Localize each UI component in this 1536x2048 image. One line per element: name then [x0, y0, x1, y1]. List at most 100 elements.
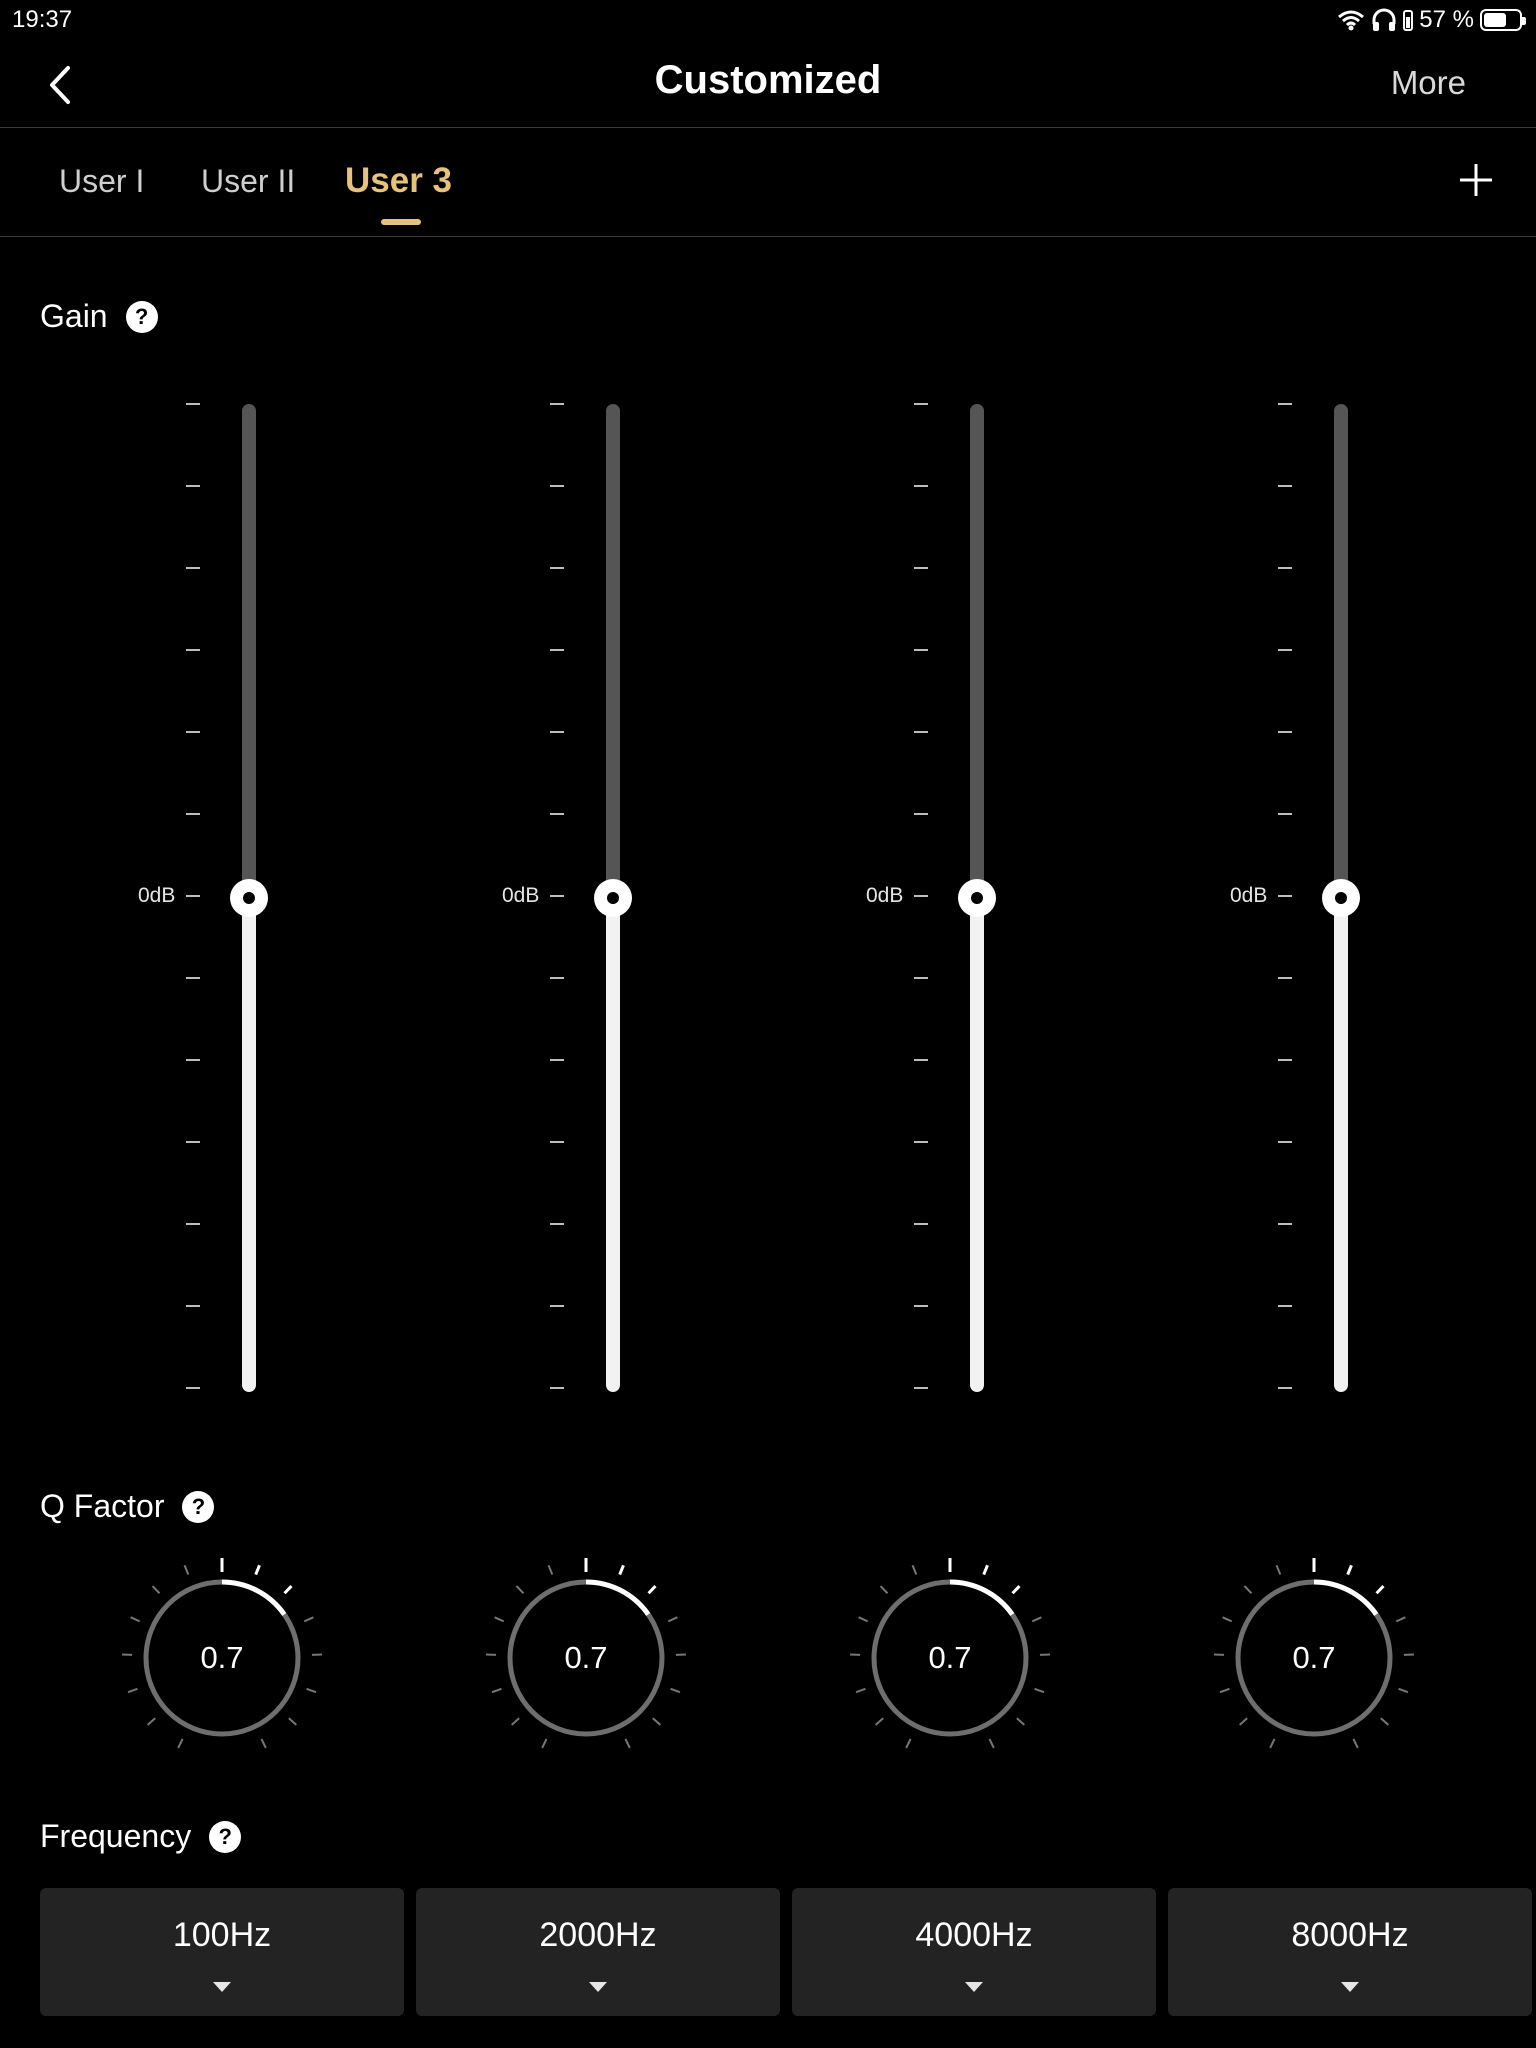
gain-scale-tick — [1278, 813, 1292, 815]
gain-scale-tick — [550, 649, 564, 651]
caret-down-icon — [213, 1982, 231, 1992]
gain-scale-tick — [550, 813, 564, 815]
battery-icon — [1480, 9, 1526, 31]
gain-scale-tick — [1278, 977, 1292, 979]
frequency-help-button[interactable]: ? — [209, 1820, 242, 1853]
gain-scale-tick — [1278, 485, 1292, 487]
frequency-value: 100Hz — [172, 1916, 272, 1954]
gain-scale-tick — [914, 403, 928, 405]
gain-scale-tick — [550, 1141, 564, 1143]
gain-scale-tick — [914, 731, 928, 733]
gain-slider-band-2[interactable]: 0dB — [502, 400, 690, 1396]
gain-scale-tick — [186, 895, 200, 897]
gain-track-upper — [970, 404, 984, 898]
gain-scale-tick — [914, 977, 928, 979]
gain-scale-tick — [550, 1387, 564, 1389]
zero-db-label: 0dB — [866, 884, 904, 907]
gain-help-button[interactable]: ? — [125, 300, 158, 333]
gain-track-upper — [1334, 404, 1348, 898]
gain-track-lower — [1334, 898, 1348, 1392]
gain-scale-tick — [914, 649, 928, 651]
gain-scale-tick — [550, 403, 564, 405]
gain-knob[interactable] — [958, 879, 996, 917]
gain-track-upper — [242, 404, 256, 898]
q-factor-value: 0.7 — [1292, 1640, 1336, 1675]
gain-scale-tick — [1278, 649, 1292, 651]
frequency-select-band-1[interactable]: 100Hz — [40, 1888, 404, 2016]
gain-scale-tick — [186, 649, 200, 651]
gain-track-upper — [606, 404, 620, 898]
gain-scale-tick — [186, 1141, 200, 1143]
frequency-section-title: Frequency ? — [40, 1818, 242, 1855]
gain-scale-tick — [550, 895, 564, 897]
q-factor-label: Q Factor — [40, 1488, 165, 1524]
frequency-value: 8000Hz — [1291, 1916, 1409, 1954]
gain-scale-tick — [914, 1059, 928, 1061]
gain-scale-tick — [914, 895, 928, 897]
gain-scale-tick — [550, 731, 564, 733]
header-divider — [0, 127, 1536, 128]
gain-section-title: Gain ? — [40, 298, 158, 335]
frequency-select-band-4[interactable]: 8000Hz — [1168, 1888, 1532, 2016]
status-time: 19:37 — [12, 6, 73, 33]
q-factor-dial-band-1[interactable]: 0.7 — [112, 1548, 332, 1768]
gain-scale-tick — [1278, 1305, 1292, 1307]
caret-down-icon — [1341, 1982, 1359, 1992]
frequency-select-band-2[interactable]: 2000Hz — [416, 1888, 780, 2016]
caret-down-icon — [589, 1982, 607, 1992]
gain-scale-tick — [914, 485, 928, 487]
gain-scale-tick — [914, 1305, 928, 1307]
gain-scale-tick — [1278, 1223, 1292, 1225]
frequency-value: 4000Hz — [915, 1916, 1033, 1954]
gain-scale-tick — [550, 567, 564, 569]
gain-slider-band-3[interactable]: 0dB — [866, 400, 1054, 1396]
gain-scale-tick — [550, 1305, 564, 1307]
gain-knob[interactable] — [594, 879, 632, 917]
q-factor-dial-band-2[interactable]: 0.7 — [476, 1548, 696, 1768]
q-factor-section-title: Q Factor ? — [40, 1488, 215, 1525]
gain-scale-tick — [550, 977, 564, 979]
tabs-divider — [0, 236, 1536, 237]
active-tab-indicator — [381, 219, 421, 225]
headphone-battery-icon — [1403, 10, 1414, 31]
gain-knob[interactable] — [230, 879, 268, 917]
gain-scale-tick — [186, 1223, 200, 1225]
gain-scale-tick — [186, 485, 200, 487]
more-button[interactable]: More — [1391, 64, 1466, 102]
gain-scale-tick — [914, 1387, 928, 1389]
gain-scale-tick — [1278, 567, 1292, 569]
gain-scale-tick — [914, 1141, 928, 1143]
q-factor-value: 0.7 — [564, 1640, 608, 1675]
gain-label: Gain — [40, 298, 108, 334]
gain-track-lower — [242, 898, 256, 1392]
gain-scale-tick — [186, 1059, 200, 1061]
frequency-value: 2000Hz — [539, 1916, 657, 1954]
gain-knob[interactable] — [1322, 879, 1360, 917]
gain-scale-tick — [550, 1059, 564, 1061]
frequency-select-band-3[interactable]: 4000Hz — [792, 1888, 1156, 2016]
gain-scale-tick — [1278, 403, 1292, 405]
gain-scale-tick — [186, 731, 200, 733]
tab-user-3[interactable]: User 3 — [345, 161, 452, 201]
q-factor-value: 0.7 — [200, 1640, 244, 1675]
gain-slider-band-4[interactable]: 0dB — [1230, 400, 1418, 1396]
gain-slider-band-1[interactable]: 0dB — [138, 400, 326, 1396]
tab-user-1[interactable]: User I — [59, 163, 144, 200]
add-preset-button[interactable] — [1456, 160, 1496, 200]
gain-track-lower — [970, 898, 984, 1392]
gain-scale-tick — [914, 813, 928, 815]
gain-scale-tick — [550, 1223, 564, 1225]
zero-db-label: 0dB — [1230, 884, 1268, 907]
status-icons: 57 % — [1337, 6, 1526, 34]
gain-scale-tick — [186, 813, 200, 815]
gain-scale-tick — [1278, 1141, 1292, 1143]
wifi-icon — [1338, 10, 1365, 31]
q-factor-dial-band-3[interactable]: 0.7 — [840, 1548, 1060, 1768]
tab-user-2[interactable]: User II — [201, 163, 295, 200]
page-title: Customized — [654, 58, 882, 102]
q-factor-help-button[interactable]: ? — [182, 1490, 215, 1523]
frequency-label: Frequency — [40, 1818, 192, 1854]
plus-icon — [1460, 164, 1492, 196]
gain-scale-tick — [186, 1387, 200, 1389]
q-factor-dial-band-4[interactable]: 0.7 — [1204, 1548, 1424, 1768]
